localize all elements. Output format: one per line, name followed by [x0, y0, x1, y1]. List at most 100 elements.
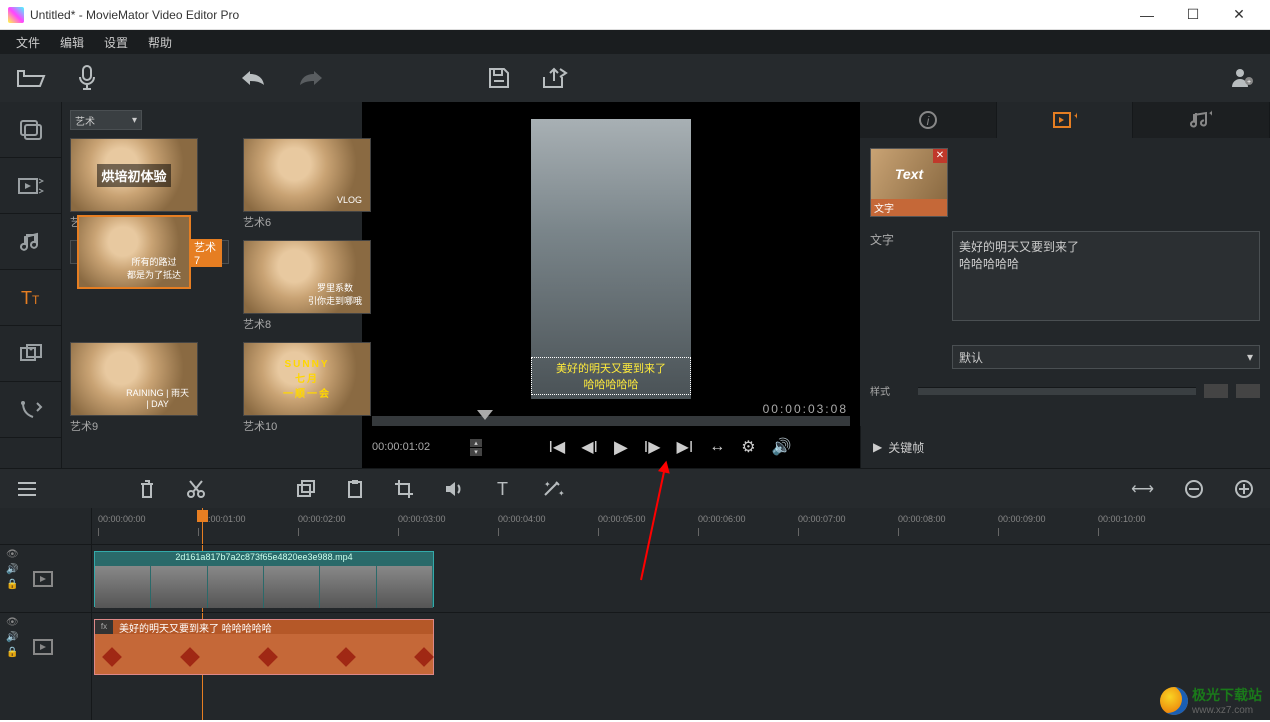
category-dropdown[interactable]: 艺术▾: [70, 110, 142, 130]
keyframe-diamond-icon[interactable]: [258, 647, 278, 667]
settings-gear-icon[interactable]: ⚙: [741, 437, 755, 457]
tab-audio-fx[interactable]: ✦: [1133, 102, 1270, 138]
skip-start-button[interactable]: I◀: [548, 437, 565, 457]
watermark-logo-icon: [1160, 687, 1188, 715]
video-track-header[interactable]: 👁 🔊 🔒: [0, 544, 91, 612]
minimize-button[interactable]: —: [1124, 0, 1170, 30]
export-button[interactable]: [542, 67, 568, 89]
svg-text:T: T: [497, 480, 508, 498]
keyframe-diamond-icon[interactable]: [102, 647, 122, 667]
zoom-out-button[interactable]: [1184, 479, 1204, 499]
template-item[interactable]: RAINING | 雨天 | DAY艺术9: [70, 342, 229, 434]
app-logo-icon: [8, 7, 24, 23]
crop-button[interactable]: [394, 479, 414, 499]
menu-file[interactable]: 文件: [6, 34, 50, 51]
keyframe-play-icon[interactable]: ▶: [873, 440, 882, 454]
template-panel: 艺术▾ 烘培初体验艺术5VLOG艺术6所有的路过都是为了抵达艺术7罗里系数引你走…: [62, 102, 362, 468]
titlebar: Untitled* - MovieMator Video Editor Pro …: [0, 0, 1270, 30]
magic-button[interactable]: ✦✦: [542, 480, 564, 498]
timecode-input[interactable]: 00:00:01:02: [372, 441, 462, 453]
rail-media[interactable]: [0, 102, 61, 158]
ruler-tick: 00:00:02:00: [298, 514, 346, 524]
keyframe-button[interactable]: 关键帧: [888, 439, 924, 456]
record-audio-button[interactable]: [78, 65, 96, 91]
open-button[interactable]: [16, 67, 46, 89]
lock-icon[interactable]: 🔒: [6, 647, 19, 658]
eye-icon[interactable]: 👁: [6, 549, 19, 560]
remove-effect-button[interactable]: ✕: [933, 149, 947, 163]
playback-controls: 00:00:01:02 ▴▾ I◀ ◀I ▶ I▶ ▶I ↔ ⚙ 🔊: [362, 426, 860, 468]
rail-stickers[interactable]: [0, 326, 61, 382]
style-value-box2[interactable]: [1236, 384, 1260, 398]
delete-button[interactable]: [138, 479, 156, 499]
zoom-in-button[interactable]: [1234, 479, 1254, 499]
account-button[interactable]: +: [1230, 67, 1254, 89]
text-effect-item[interactable]: Text ✕ 文字: [870, 148, 948, 217]
speaker-icon[interactable]: 🔊: [6, 632, 19, 643]
eye-icon[interactable]: 👁: [6, 617, 19, 628]
undo-button[interactable]: [240, 69, 266, 87]
redo-button[interactable]: [298, 69, 324, 87]
step-back-button[interactable]: ◀I: [581, 437, 598, 457]
left-rail: TT: [0, 102, 62, 468]
timeline-ruler[interactable]: 00:00:00:0000:00:01:0000:00:02:0000:00:0…: [92, 508, 1270, 544]
style-value-box[interactable]: [1204, 384, 1228, 398]
maximize-button[interactable]: ☐: [1170, 0, 1216, 30]
timeline-toolbar: T ✦✦ ⟷: [0, 468, 1270, 508]
text-track[interactable]: fx 美好的明天又要到来了 哈哈哈哈哈: [92, 612, 1270, 680]
rail-video-effects[interactable]: [0, 158, 61, 214]
volume-icon[interactable]: 🔊: [772, 437, 792, 457]
rail-audio[interactable]: [0, 214, 61, 270]
copy-button[interactable]: [296, 480, 316, 498]
style-label: 样式: [870, 383, 910, 398]
properties-panel: i ✦ ✦ Text ✕ 文字 文字 美好的明天又要到来了哈哈哈哈哈 默认▾ 样…: [860, 102, 1270, 468]
seekbar[interactable]: [372, 416, 850, 426]
rail-transitions[interactable]: [0, 382, 61, 438]
preset-select[interactable]: 默认▾: [952, 345, 1260, 369]
fit-timeline-button[interactable]: ⟷: [1131, 479, 1154, 499]
video-clip[interactable]: 2d161a817b7a2c873f65e4820ee3e988.mp4: [94, 551, 434, 607]
preview-canvas[interactable]: 美好的明天又要到来了 哈哈哈哈哈 00:00:03:08: [362, 102, 860, 416]
save-button[interactable]: [488, 67, 510, 89]
timecode-spinner[interactable]: ▴▾: [470, 439, 482, 456]
step-fwd-button[interactable]: I▶: [644, 437, 661, 457]
rail-text[interactable]: TT: [0, 270, 61, 326]
style-slider[interactable]: [918, 387, 1196, 395]
ruler-tick: 00:00:07:00: [798, 514, 846, 524]
video-track[interactable]: 2d161a817b7a2c873f65e4820ee3e988.mp4: [92, 544, 1270, 612]
audio-icon[interactable]: [444, 480, 464, 498]
text-clip[interactable]: fx 美好的明天又要到来了 哈哈哈哈哈: [94, 619, 434, 675]
keyframe-diamond-icon[interactable]: [180, 647, 200, 667]
fx-badge[interactable]: fx: [95, 620, 113, 634]
keyframe-diamond-icon[interactable]: [336, 647, 356, 667]
tab-info[interactable]: i: [860, 102, 997, 138]
template-item[interactable]: SUNNY七月一顺一会艺术10: [243, 342, 371, 434]
cut-button[interactable]: [186, 479, 206, 499]
ruler-tick: 00:00:10:00: [1098, 514, 1146, 524]
menu-settings[interactable]: 设置: [94, 34, 138, 51]
text-track-header[interactable]: 👁 🔊 🔒: [0, 612, 91, 680]
keyframe-bar: ▶ 关键帧: [860, 426, 1270, 468]
skip-end-button[interactable]: ▶I: [677, 437, 694, 457]
playhead-icon[interactable]: [477, 410, 493, 420]
close-button[interactable]: ✕: [1216, 0, 1262, 30]
tab-video-fx[interactable]: ✦: [997, 102, 1134, 138]
subtitle-overlay[interactable]: 美好的明天又要到来了 哈哈哈哈哈: [531, 357, 691, 395]
play-button[interactable]: ▶: [614, 437, 628, 458]
keyframe-diamond-icon[interactable]: [414, 647, 434, 667]
svg-text:✦: ✦: [544, 480, 551, 489]
speaker-icon[interactable]: 🔊: [6, 564, 19, 575]
ruler-tick: 00:00:06:00: [698, 514, 746, 524]
ruler-tick: 00:00:03:00: [398, 514, 446, 524]
fit-button[interactable]: ↔: [709, 438, 725, 456]
text-input[interactable]: 美好的明天又要到来了哈哈哈哈哈: [952, 231, 1260, 321]
template-item[interactable]: 罗里系数引你走到哪哦艺术8: [243, 240, 371, 332]
text-tool-button[interactable]: T: [494, 480, 512, 498]
template-item[interactable]: 所有的路过都是为了抵达艺术7: [70, 240, 229, 264]
menu-edit[interactable]: 编辑: [50, 34, 94, 51]
list-button[interactable]: [16, 481, 38, 497]
menu-help[interactable]: 帮助: [138, 34, 182, 51]
paste-button[interactable]: [346, 479, 364, 499]
lock-icon[interactable]: 🔒: [6, 579, 19, 590]
template-item[interactable]: VLOG艺术6: [243, 138, 371, 230]
